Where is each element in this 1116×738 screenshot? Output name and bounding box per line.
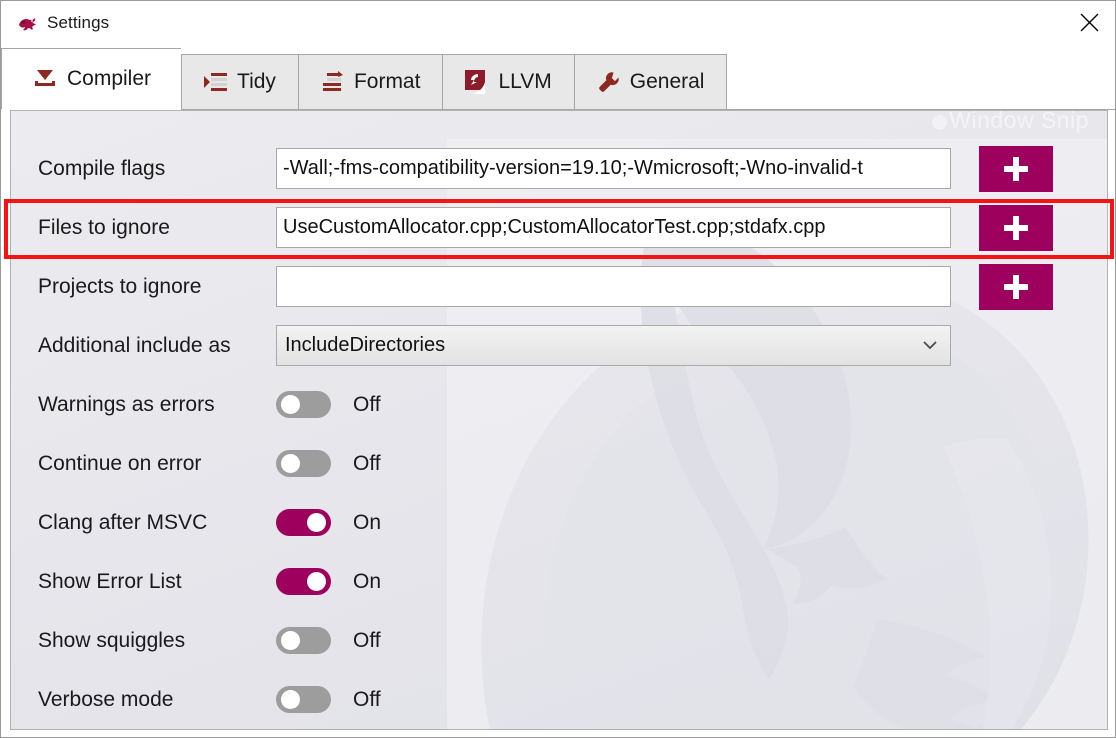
tab-tidy[interactable]: Tidy [181, 54, 298, 110]
label-projects-to-ignore: Projects to ignore [38, 274, 202, 298]
settings-rows: Compile flags -Wall;-fms-compatibility-v… [11, 111, 1107, 729]
row-continue-on-error: Continue on error Off [11, 434, 1107, 493]
state-continue-on-error: Off [353, 451, 381, 475]
row-files-to-ignore: Files to ignore UseCustomAllocator.cpp;C… [11, 198, 1107, 257]
row-warnings-as-errors: Warnings as errors Off [11, 375, 1107, 434]
projects-to-ignore-input[interactable] [276, 266, 951, 307]
label-files-to-ignore: Files to ignore [38, 215, 170, 239]
additional-include-as-value: IncludeDirectories [285, 334, 446, 356]
plus-icon [1004, 274, 1028, 299]
clang-dragon-icon [15, 12, 41, 34]
toggle-warnings-as-errors[interactable] [276, 391, 331, 418]
llvm-dragon-icon [465, 70, 489, 94]
toggle-show-error-list[interactable] [276, 568, 331, 595]
window-title: Settings [47, 12, 110, 32]
settings-window: Settings Compiler Tidy Format LLVM Gener… [0, 0, 1116, 738]
row-compile-flags: Compile flags -Wall;-fms-compatibility-v… [11, 139, 1107, 198]
toggle-knob [281, 454, 300, 473]
plus-icon [1004, 156, 1028, 181]
additional-include-as-select[interactable]: IncludeDirectories [276, 325, 951, 366]
toggle-knob [307, 513, 326, 532]
state-warnings-as-errors: Off [353, 392, 381, 416]
tab-compiler-label: Compiler [67, 67, 152, 90]
toggle-knob [307, 572, 326, 591]
add-compile-flag-button[interactable] [979, 145, 1053, 192]
format-lines-icon [321, 71, 345, 93]
state-show-squiggles: Off [353, 628, 381, 652]
label-compile-flags: Compile flags [38, 156, 166, 180]
label-clang-after-msvc: Clang after MSVC [38, 510, 208, 534]
row-verbose-mode: Verbose mode Off [11, 670, 1107, 729]
title-bar: Settings [1, 1, 1115, 44]
tab-llvm-label: LLVM [498, 70, 552, 93]
tab-tidy-label: Tidy [237, 70, 276, 93]
add-file-to-ignore-button[interactable] [979, 204, 1053, 251]
state-show-error-list: On [353, 569, 382, 593]
tab-general[interactable]: General [573, 54, 728, 110]
tab-general-label: General [629, 70, 705, 93]
row-clang-after-msvc: Clang after MSVC On [11, 493, 1107, 552]
row-additional-include-as: Additional include as IncludeDirectories [11, 316, 1107, 375]
chevron-down-icon [922, 338, 942, 353]
toggle-continue-on-error[interactable] [276, 450, 331, 477]
toggle-knob [281, 690, 300, 709]
close-icon [1080, 13, 1098, 32]
state-clang-after-msvc: On [353, 510, 382, 534]
label-warnings-as-errors: Warnings as errors [38, 392, 215, 416]
row-projects-to-ignore: Projects to ignore [11, 257, 1107, 316]
tab-llvm[interactable]: LLVM [442, 54, 574, 110]
row-show-squiggles: Show squiggles Off [11, 611, 1107, 670]
label-verbose-mode: Verbose mode [38, 687, 174, 711]
state-verbose-mode: Off [353, 687, 381, 711]
tab-compiler[interactable]: Compiler [1, 48, 182, 110]
label-show-error-list: Show Error List [38, 569, 182, 593]
settings-content-panel: Window Snip Compile flags -Wall;-fms-com… [10, 110, 1108, 730]
row-show-error-list: Show Error List On [11, 552, 1107, 611]
toggle-knob [281, 395, 300, 414]
toggle-knob [281, 631, 300, 650]
wrench-icon [597, 70, 621, 94]
tab-format-label: Format [353, 70, 421, 93]
tidy-list-icon [204, 71, 228, 93]
plus-icon [1004, 215, 1028, 240]
compile-flags-input[interactable]: -Wall;-fms-compatibility-version=19.10;-… [276, 148, 951, 189]
label-continue-on-error: Continue on error [38, 451, 202, 475]
toggle-show-squiggles[interactable] [276, 627, 331, 654]
label-show-squiggles: Show squiggles [38, 628, 186, 652]
tab-format[interactable]: Format [297, 54, 443, 110]
toggle-clang-after-msvc[interactable] [276, 509, 331, 536]
close-button[interactable] [1061, 1, 1115, 44]
files-to-ignore-input[interactable]: UseCustomAllocator.cpp;CustomAllocatorTe… [276, 207, 951, 248]
add-project-to-ignore-button[interactable] [979, 263, 1053, 310]
compile-arrow-icon [32, 67, 58, 91]
label-additional-include-as: Additional include as [38, 333, 231, 357]
toggle-verbose-mode[interactable] [276, 686, 331, 713]
tab-strip: Compiler Tidy Format LLVM General [1, 44, 1115, 110]
